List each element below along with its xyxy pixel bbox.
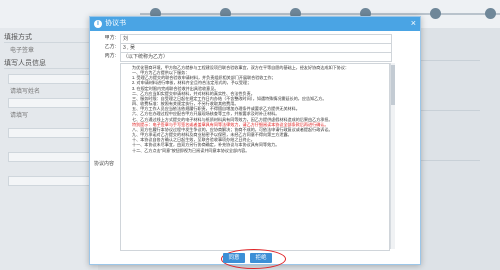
party-a-row: 甲方: 刘 <box>90 34 420 44</box>
agreement-text: 为优化营商环境，甲方和乙方就参与工程建设项目联合验收事宜，双方在平等自愿的基础上… <box>121 64 389 153</box>
party-c-row: 丙方: （以下统称为乙方） <box>90 52 420 62</box>
divider <box>4 68 92 69</box>
party-b-row: 乙方: 3 , 吴 <box>90 43 420 53</box>
agreement-text-area[interactable]: 为优化营商环境，甲方和乙方就参与工程建设项目联合验收事宜，双方在平等自愿的基础上… <box>120 63 390 251</box>
sidebar-option[interactable]: 电子签章 <box>10 45 34 54</box>
sidebar-heading: 填报方式 <box>4 34 32 41</box>
background-input[interactable] <box>8 74 90 84</box>
scrollbar[interactable] <box>390 63 395 249</box>
close-icon[interactable]: × <box>411 18 416 29</box>
divider <box>4 42 92 43</box>
agreement-paragraph: 十二、乙方点击“同意”按钮即视为已阅读并同意本协议全部内容。 <box>132 147 250 153</box>
divider <box>420 110 480 111</box>
party-c-label: 丙方: <box>104 53 116 59</box>
agreement-label: 协议内容 <box>94 161 115 167</box>
scrollbar-thumb[interactable] <box>391 65 395 105</box>
sidebar-heading: 填写人员信息 <box>4 60 46 67</box>
step-dot <box>485 8 496 19</box>
step-dot <box>430 8 441 19</box>
dialog-titlebar: i 协议书 × <box>90 17 420 31</box>
background-input[interactable] <box>8 128 90 138</box>
background-sidebar: 填报方式 电子签章 填写人员信息 请填写姓名 请填写 <box>0 28 98 270</box>
agree-button[interactable]: 同意 <box>223 253 245 263</box>
sidebar-hint: 请填写 <box>10 113 29 119</box>
info-icon: i <box>94 20 102 28</box>
party-a-label: 甲方: <box>104 35 116 41</box>
party-b-label: 乙方: <box>104 44 116 50</box>
agreement-dialog: i 协议书 × 甲方: 刘 乙方: 3 , 吴 丙方: （以下统称为乙方） 协议… <box>89 16 421 269</box>
party-c-field[interactable]: （以下统称为乙方） <box>120 52 392 62</box>
sidebar-hint: 请填写姓名 <box>10 89 41 95</box>
background-input[interactable] <box>8 152 90 162</box>
divider <box>420 160 480 161</box>
divider <box>420 60 480 61</box>
background-input[interactable] <box>8 176 90 186</box>
progress-line <box>140 13 500 15</box>
dialog-title: 协议书 <box>105 20 126 27</box>
reject-button[interactable]: 拒绝 <box>250 253 272 263</box>
background-input[interactable] <box>8 98 90 108</box>
